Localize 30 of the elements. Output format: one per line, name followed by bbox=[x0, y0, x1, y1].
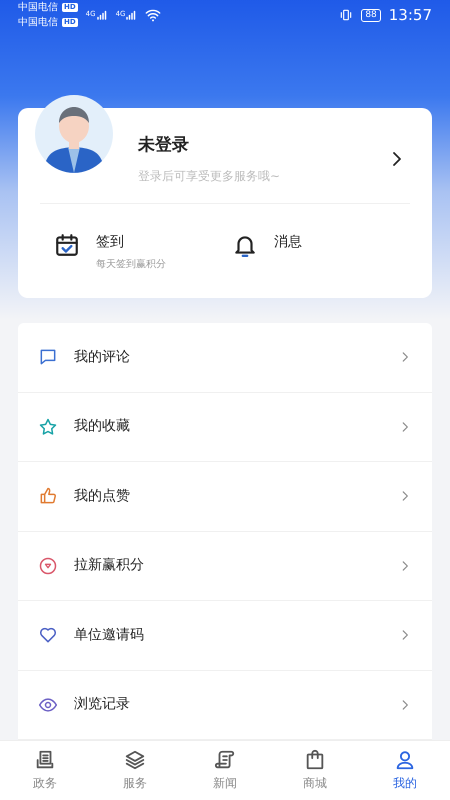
shopping-bag-icon bbox=[304, 749, 326, 771]
layers-icon bbox=[124, 749, 146, 771]
user-icon bbox=[394, 749, 416, 771]
clock: 13:57 bbox=[388, 4, 432, 26]
calendar-check-icon[interactable] bbox=[54, 232, 80, 258]
tab-bar-item[interactable]: 政务 bbox=[0, 749, 90, 792]
menu-item-label[interactable]: 我的收藏 bbox=[74, 416, 382, 438]
menu-item-label[interactable]: 拉新赢积分 bbox=[74, 555, 382, 576]
vibrate-icon bbox=[339, 8, 354, 22]
login-hint: 登录后可享受更多服务哦~ bbox=[138, 168, 282, 185]
menu-item-label[interactable]: 我的评论 bbox=[74, 346, 382, 368]
tab-bar-item[interactable]: 我的 bbox=[360, 749, 450, 792]
wifi-icon bbox=[145, 7, 162, 23]
menu-item-label[interactable]: 单位邀请码 bbox=[74, 624, 382, 646]
signal-icon bbox=[96, 9, 108, 21]
carrier-name: 中国电信 bbox=[18, 0, 58, 15]
scroll-icon bbox=[214, 749, 236, 771]
carrier-name: 中国电信 bbox=[18, 16, 58, 30]
menu-item-label[interactable]: 浏览记录 bbox=[74, 694, 382, 716]
checkin-hint: 每天签到赢积分 bbox=[96, 258, 166, 272]
tab-bar-item[interactable]: 服务 bbox=[90, 749, 180, 792]
checkin-link[interactable]: 签到 bbox=[96, 232, 166, 253]
signal-icon bbox=[125, 9, 138, 21]
tab-bar-item[interactable]: 新闻 bbox=[180, 749, 270, 792]
menu-item-label[interactable]: 我的点赞 bbox=[74, 486, 382, 507]
battery-level: 88 bbox=[361, 8, 381, 22]
login-status: 未登录 bbox=[138, 134, 190, 158]
messages-link[interactable]: 消息 bbox=[274, 232, 302, 253]
tab-bar-item[interactable]: 商城 bbox=[270, 749, 360, 792]
document-tray-icon bbox=[34, 749, 56, 771]
